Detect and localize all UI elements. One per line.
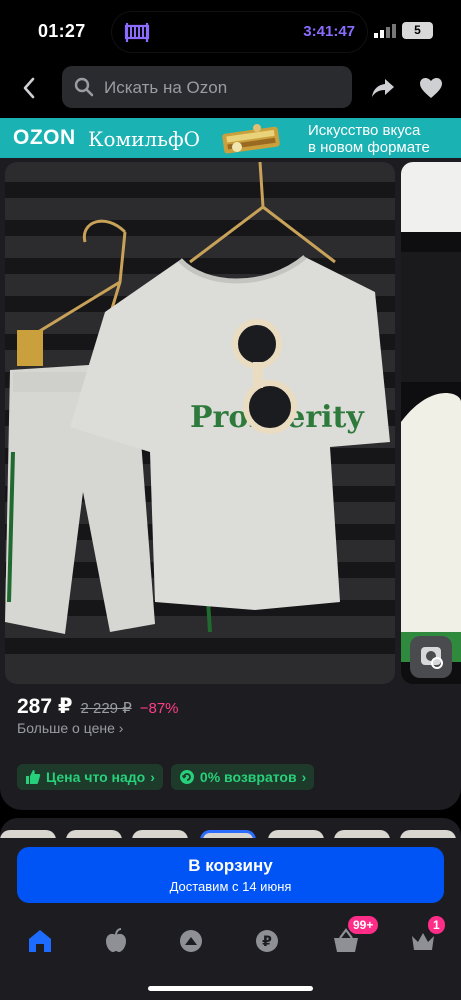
similar-search-button[interactable]	[410, 636, 452, 678]
home-icon[interactable]	[25, 926, 55, 956]
cart-button-title: В корзину	[188, 856, 273, 875]
current-price: 287 ₽	[17, 695, 73, 718]
profile-icon[interactable]	[176, 926, 206, 956]
banner-tagline-line2: в новом формате	[308, 139, 430, 156]
signal-icon	[374, 24, 396, 38]
search-header: Искать на Ozon	[0, 60, 461, 118]
share-icon[interactable]	[370, 76, 396, 100]
price-details-label: Больше о цене	[17, 720, 115, 736]
cart-button-subtitle: Доставим с 14 июня	[169, 879, 292, 894]
brand-logo: КомильфО	[88, 127, 201, 151]
crib-icon	[124, 23, 150, 42]
heart-icon[interactable]	[418, 76, 444, 100]
product-image-next[interactable]	[401, 162, 461, 684]
apple-icon[interactable]	[101, 926, 131, 956]
badge-returns-label: 0% возвратов	[199, 769, 297, 785]
chevron-right-icon: ›	[118, 720, 124, 736]
search-icon	[74, 77, 94, 97]
favorites-count-badge: 1	[428, 916, 445, 934]
old-price: 2 229 ₽	[80, 700, 132, 717]
price-details-link[interactable]: Больше о цене ›	[17, 720, 123, 736]
promo-banner[interactable]: OZON КомильфО Искусство вкуса в новом фо…	[0, 118, 461, 158]
badges-row: Цена что надо › 0% возвратов ›	[17, 764, 315, 790]
badge-good-price[interactable]: Цена что надо ›	[17, 764, 163, 790]
badge-good-price-label: Цена что надо	[46, 769, 146, 785]
price-row: 287 ₽ 2 229 ₽ −87%	[17, 694, 179, 719]
dessert-image	[222, 124, 280, 154]
banner-tagline: Искусство вкуса в новом формате	[308, 122, 430, 156]
svg-text:₽: ₽	[262, 934, 272, 950]
thumbnail-strip	[0, 818, 461, 840]
thumbs-up-icon	[26, 770, 41, 784]
chevron-right-icon: ›	[150, 769, 155, 785]
bottom-bar: В корзину Доставим с 14 июня ₽ 99+ 1	[0, 838, 461, 1000]
product-photo: Prosperity	[5, 162, 395, 684]
home-indicator	[148, 986, 313, 991]
status-bar: 01:27 3:41:47 5	[0, 0, 461, 60]
product-card: Prosperity 287 ₽ 2 229 ₽ −87% Больше	[0, 158, 461, 810]
battery-indicator: 5	[402, 22, 433, 39]
ozon-logo: OZON	[13, 126, 76, 149]
search-input[interactable]: Искать на Ozon	[62, 66, 352, 108]
ruble-icon[interactable]: ₽	[252, 926, 282, 956]
next-photo-preview	[401, 162, 461, 662]
image-search-icon	[421, 647, 443, 669]
badge-returns[interactable]: 0% возвратов ›	[170, 764, 315, 790]
discount-label: −87%	[139, 700, 179, 717]
bottom-nav: ₽ 99+ 1	[0, 916, 461, 960]
add-to-cart-button[interactable]: В корзину Доставим с 14 июня	[17, 847, 444, 903]
return-icon	[179, 770, 194, 784]
back-button[interactable]	[16, 74, 42, 102]
chevron-left-icon	[23, 77, 35, 99]
product-image-main[interactable]: Prosperity	[5, 162, 395, 684]
search-placeholder: Искать на Ozon	[104, 78, 228, 97]
island-timer: 3:41:47	[303, 23, 355, 40]
cart-count-badge: 99+	[348, 916, 379, 934]
banner-tagline-line1: Искусство вкуса	[308, 122, 421, 139]
status-time: 01:27	[38, 21, 86, 41]
dynamic-island[interactable]: 3:41:47	[112, 12, 367, 52]
chevron-right-icon: ›	[301, 769, 307, 785]
